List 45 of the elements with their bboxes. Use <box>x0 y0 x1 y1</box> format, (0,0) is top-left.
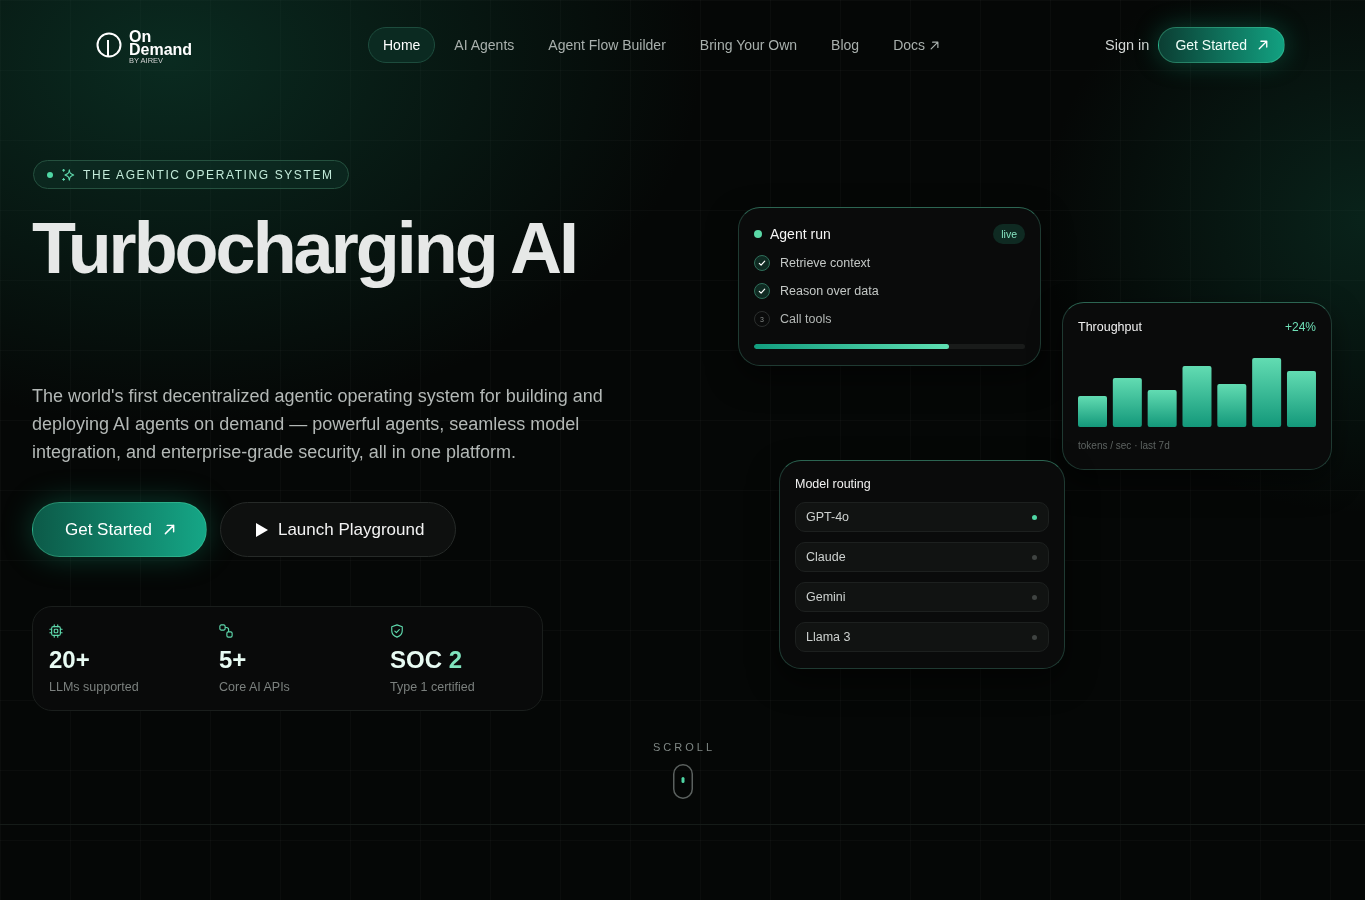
nav-link[interactable]: Bring Your Own <box>684 27 813 63</box>
scroll-label: SCROLL <box>652 740 715 754</box>
dot-icon <box>47 171 53 178</box>
nav-link[interactable]: AI Agents <box>439 27 530 63</box>
launch-playground-button[interactable]: Launch Playground <box>219 502 457 557</box>
logo-icon <box>96 32 122 58</box>
mouse-icon <box>672 764 693 799</box>
step-label: Reason over data <box>780 284 879 298</box>
nav-link[interactable]: Home <box>368 27 436 63</box>
nav-link[interactable]: Blog <box>816 27 875 63</box>
card-title: Throughput <box>1078 320 1142 334</box>
shield-check-icon <box>390 624 404 638</box>
status-badge: live <box>993 224 1025 244</box>
chart-caption: tokens / sec · last 7d <box>1078 439 1171 453</box>
step-label: Call tools <box>780 312 832 326</box>
linked-squares-icon <box>219 624 233 638</box>
arrow-up-right-icon <box>1258 40 1268 50</box>
model-option[interactable]: Claude <box>795 542 1049 572</box>
card-title: Agent run <box>770 226 831 242</box>
sign-in-link[interactable]: Sign in <box>1105 37 1150 53</box>
stat-label: LLMs supported <box>49 679 139 696</box>
dot-icon <box>754 230 762 238</box>
get-started-button[interactable]: Get Started <box>32 502 207 557</box>
chip-icon <box>49 624 63 638</box>
change-percent: +24% <box>1284 320 1316 334</box>
nav-link[interactable]: Agent Flow Builder <box>533 27 681 63</box>
play-icon <box>255 522 268 537</box>
card-title: Model routing <box>795 477 872 491</box>
get-started-button[interactable]: Get Started <box>1158 27 1285 63</box>
stat-label: Type 1 certified <box>390 679 475 696</box>
stat-value: 5+ <box>219 646 247 674</box>
hero-description: The world's first decentralized agentic operating system for building and deploying AI agents on demand — powerful agents, seamless model integration, and enterprise-grade security, all in one platform. <box>32 385 604 464</box>
model-option[interactable]: GPT-4o <box>795 502 1049 532</box>
step-label: Retrieve context <box>780 256 871 270</box>
stat-value: 20+ <box>49 646 90 674</box>
stat-label: Core AI APIs <box>219 679 290 696</box>
model-option[interactable]: Gemini <box>795 582 1049 612</box>
sparkle-icon <box>61 167 75 182</box>
model-option[interactable]: Llama 3 <box>795 622 1049 652</box>
stat-value: SOC 2 <box>390 646 463 674</box>
brand-wordmark: On Demand <box>129 29 193 56</box>
eyebrow-text: THE AGENTIC OPERATING SYSTEM <box>83 167 334 182</box>
nav-link[interactable]: Docs <box>878 27 955 63</box>
hero-heading: Turbocharging AI <box>32 209 576 288</box>
arrow-up-right-icon <box>163 524 175 535</box>
